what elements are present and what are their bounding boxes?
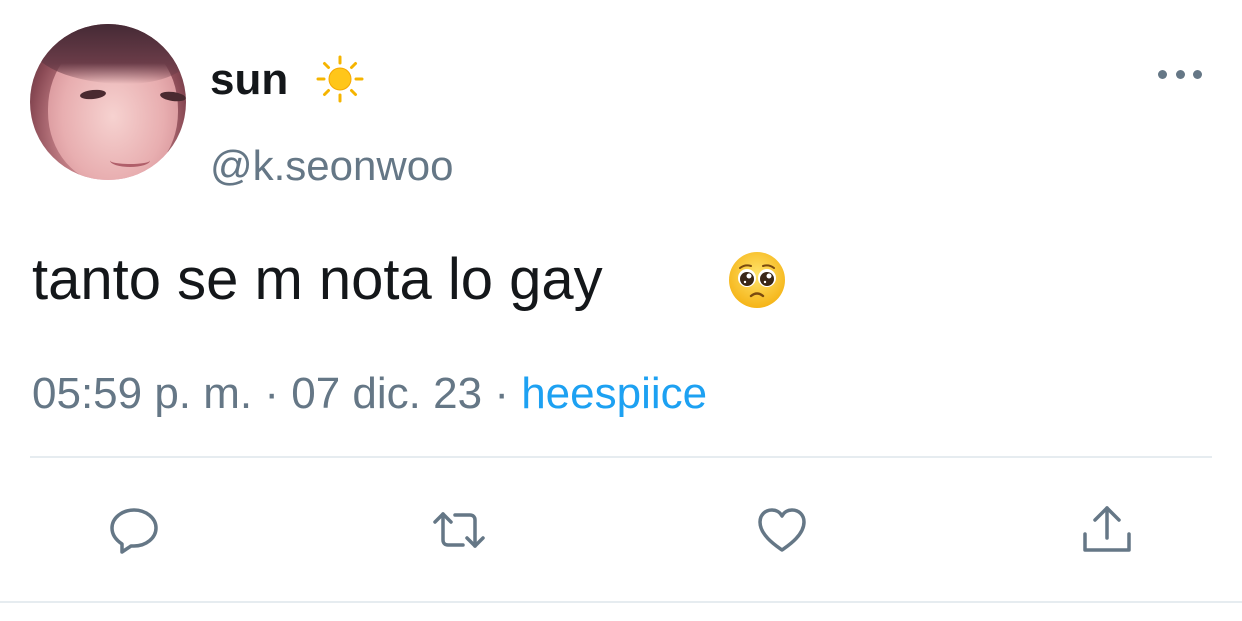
pleading-face-icon — [729, 252, 785, 308]
avatar[interactable] — [30, 24, 186, 180]
meta-separator: · — [264, 369, 280, 418]
more-dot — [1158, 69, 1167, 79]
retweet-icon — [433, 512, 485, 548]
user-handle[interactable]: @k.seonwoo — [210, 140, 453, 192]
bottom-divider — [0, 601, 1242, 603]
retweet-button[interactable] — [431, 502, 487, 558]
tweet-time: 05:59 p. m. — [32, 369, 253, 418]
reply-icon — [110, 508, 158, 554]
avatar-mouth — [110, 154, 150, 167]
more-options-icon[interactable] — [1158, 62, 1202, 86]
more-dot — [1175, 69, 1185, 79]
share-button[interactable] — [1079, 502, 1135, 558]
divider — [30, 456, 1212, 458]
like-button[interactable] — [754, 502, 810, 558]
tweet-text: tanto se m nota lo gay — [32, 247, 603, 312]
more-dot — [1193, 69, 1202, 79]
share-icon — [1083, 506, 1131, 552]
avatar-hair — [30, 24, 186, 84]
heart-icon — [758, 508, 806, 552]
reply-button[interactable] — [106, 502, 162, 558]
meta-separator: · — [494, 369, 509, 418]
sun-icon — [316, 55, 364, 103]
tweet-source-link[interactable]: heespiice — [521, 369, 707, 418]
tweet-date: 07 dic. 23 — [291, 369, 483, 418]
tweet-card: sun @k.seonwoo tanto se m nota lo gay 05… — [0, 0, 1242, 621]
display-name[interactable]: sun — [210, 54, 288, 106]
tweet-meta: 05:59 p. m. · 07 dic. 23 · heespiice — [32, 366, 707, 422]
